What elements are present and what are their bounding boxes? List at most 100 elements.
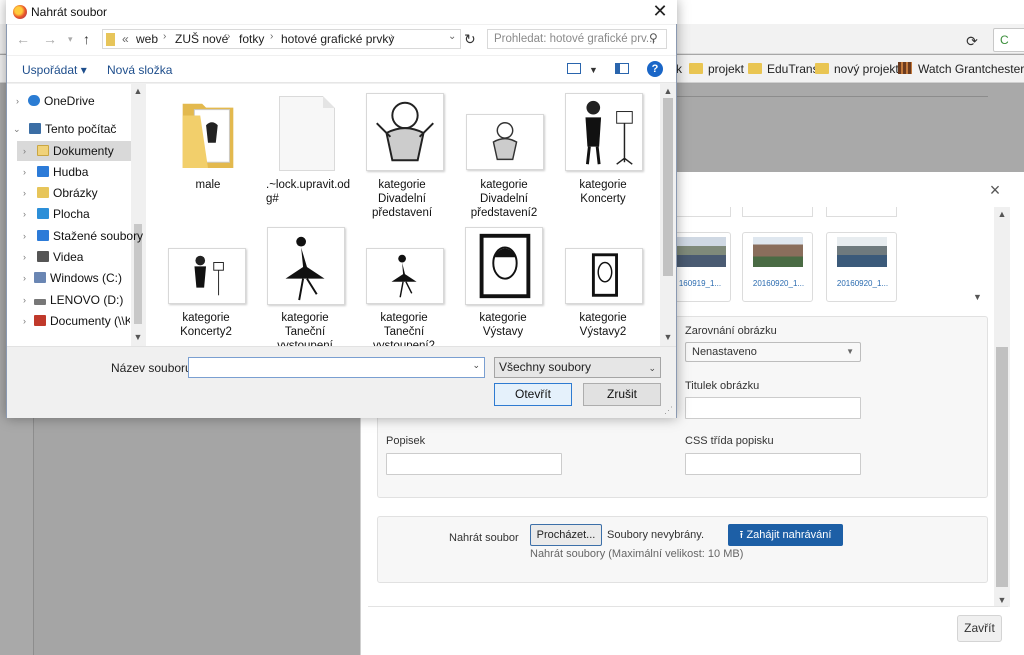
start-upload-button[interactable]: ⭱ Zahájit nahrávání <box>728 524 843 546</box>
expand-chevron-icon[interactable]: › <box>23 295 26 305</box>
back-arrow-icon[interactable]: ← <box>16 31 30 47</box>
breadcrumb-chevron-icon[interactable]: › <box>163 31 166 42</box>
forward-arrow-icon[interactable]: → <box>43 31 57 47</box>
folder-icon <box>689 63 703 74</box>
file-item-divadelni[interactable]: kategorie Divadelní představení <box>357 92 447 219</box>
collapse-chevron-icon[interactable]: ⌄ <box>13 124 21 135</box>
gallery-item-partial[interactable] <box>742 207 813 217</box>
tree-item-onedrive[interactable]: OneDrive <box>28 91 95 111</box>
dialog-close-icon[interactable]: ✕ <box>650 2 670 22</box>
scroll-up-icon[interactable]: ▲ <box>994 207 1010 221</box>
recent-dropdown-icon[interactable]: ▾ <box>68 34 73 45</box>
file-item-koncerty2[interactable]: kategorie Koncerty2 <box>161 226 251 346</box>
bookmark-projekt[interactable]: projekt <box>689 62 744 78</box>
tree-item-lenovo-d[interactable]: LENOVO (D:) <box>34 290 123 310</box>
preview-pane-icon[interactable] <box>615 63 629 74</box>
gallery-item-partial[interactable] <box>826 207 897 217</box>
scroll-up-icon[interactable]: ▲ <box>131 86 145 96</box>
file-item-vystavy2[interactable]: kategorie Výstavy2 <box>558 226 648 346</box>
search-icon[interactable]: ⚲ <box>649 31 658 45</box>
file-item-koncerty[interactable]: kategorie Koncerty <box>558 92 648 212</box>
scroll-down-icon[interactable]: ▼ <box>131 332 145 342</box>
gallery-item[interactable]: 20160920_1... <box>826 232 897 302</box>
file-item-lock[interactable]: .~lock.upravit.od g# <box>262 92 352 212</box>
new-folder-button[interactable]: Nová složka <box>107 63 172 77</box>
expand-chevron-icon[interactable]: › <box>23 167 26 177</box>
gallery-caption: 20160920_1... <box>836 279 889 288</box>
modal-scrollbar[interactable]: ▲ ▼ <box>994 207 1010 607</box>
file-item-vystavy[interactable]: kategorie Výstavy <box>458 226 548 346</box>
open-button[interactable]: Otevřít <box>494 383 572 406</box>
close-button[interactable]: Zavřít <box>957 615 1002 642</box>
filename-input[interactable]: ⌄ <box>188 357 485 378</box>
address-bar-tail[interactable]: C <box>993 28 1024 52</box>
tree-item-hudba[interactable]: Hudba <box>37 162 88 182</box>
navigation-scrollbar[interactable]: ▲ ▼ <box>131 84 145 346</box>
cancel-button[interactable]: Zrušit <box>583 383 661 406</box>
bookmark-edutrans[interactable]: EduTrans <box>748 62 819 78</box>
tree-item-stazene[interactable]: Stažené soubory <box>37 226 143 246</box>
file-item-tanecni[interactable]: kategorie Taneční vystoupení <box>260 226 350 352</box>
gallery-item-partial[interactable] <box>676 207 731 217</box>
tree-item-windows-c[interactable]: Windows (C:) <box>34 268 122 288</box>
path-dropdown-icon[interactable]: ⌄ <box>448 31 456 42</box>
expand-chevron-icon[interactable]: › <box>16 96 19 106</box>
file-name: kategorie Výstavy2 <box>579 312 627 338</box>
breadcrumb-chevron-icon[interactable]: › <box>270 31 273 42</box>
pictures-icon <box>37 187 49 198</box>
expand-chevron-icon[interactable]: › <box>23 273 26 283</box>
gallery-scroll-down-icon[interactable]: ▼ <box>973 292 982 302</box>
film-icon <box>898 62 912 74</box>
scroll-down-icon[interactable]: ▼ <box>660 332 676 342</box>
resize-grip-icon[interactable]: ⋰ <box>664 405 673 416</box>
file-item-divadelni2[interactable]: kategorie Divadelní představení2 <box>459 92 549 219</box>
expand-chevron-icon[interactable]: › <box>23 188 26 198</box>
view-dropdown-icon[interactable]: ▼ <box>589 65 598 75</box>
gallery-item[interactable]: 20160920_1... <box>742 232 813 302</box>
browse-button[interactable]: Procházet... <box>530 524 602 546</box>
breadcrumb-hotove[interactable]: hotové grafické prvky <box>281 32 394 46</box>
tree-item-plocha[interactable]: Plocha <box>37 204 90 224</box>
breadcrumb-web[interactable]: web <box>136 32 158 46</box>
scroll-thumb[interactable] <box>996 347 1008 587</box>
bookmark-grantchester[interactable]: Watch Grantchester S... <box>898 62 1024 78</box>
reload-icon[interactable]: ⟳ <box>958 30 986 52</box>
caption-input[interactable] <box>386 453 562 475</box>
dialog-search-input[interactable]: Prohledat: hotové grafické prv... <box>487 29 667 49</box>
up-arrow-icon[interactable]: ↑ <box>83 31 90 47</box>
breadcrumb-chevron-icon[interactable]: › <box>390 31 393 42</box>
expand-chevron-icon[interactable]: › <box>23 231 26 241</box>
view-mode-icon[interactable] <box>567 63 581 74</box>
tree-item-videa[interactable]: Videa <box>37 247 83 267</box>
refresh-icon[interactable]: ↻ <box>464 31 476 48</box>
organize-menu[interactable]: Uspořádat ▾ <box>22 63 87 77</box>
modal-close-icon[interactable]: × <box>987 181 1003 200</box>
expand-chevron-icon[interactable]: › <box>23 316 26 326</box>
breadcrumb-overflow[interactable]: « <box>122 32 129 46</box>
scroll-down-icon[interactable]: ▼ <box>994 593 1010 607</box>
css-class-input[interactable] <box>685 453 861 475</box>
tree-item-this-pc[interactable]: Tento počítač <box>29 119 116 139</box>
image-thumbnail <box>267 227 345 305</box>
file-type-select[interactable]: Všechny soubory ⌄ <box>494 357 661 378</box>
chevron-down-icon[interactable]: ⌄ <box>472 360 480 371</box>
alignment-select[interactable]: Nenastaveno ▼ <box>685 342 861 362</box>
expand-chevron-icon[interactable]: › <box>23 146 26 156</box>
breadcrumb-chevron-icon[interactable]: › <box>227 31 230 42</box>
files-scrollbar[interactable]: ▲ ▼ <box>660 84 676 346</box>
expand-chevron-icon[interactable]: › <box>23 209 26 219</box>
scroll-up-icon[interactable]: ▲ <box>660 86 676 96</box>
breadcrumb-zus-nove[interactable]: ZUŠ nové <box>175 32 228 46</box>
help-icon[interactable]: ? <box>647 61 663 77</box>
scroll-thumb[interactable] <box>663 98 673 276</box>
bookmark-novy-projekt[interactable]: nový projekt <box>815 62 899 78</box>
breadcrumb-fotky[interactable]: fotky <box>239 32 264 46</box>
alignment-label: Zarovnání obrázku <box>685 325 777 337</box>
file-item-tanecni2[interactable]: kategorie Taneční vystoupení2 <box>359 226 449 352</box>
tree-item-network-drive[interactable]: Documenty (\\Ka <box>34 311 130 331</box>
tree-item-dokumenty[interactable]: Dokumenty <box>17 141 131 161</box>
expand-chevron-icon[interactable]: › <box>23 252 26 262</box>
image-title-input[interactable] <box>685 397 861 419</box>
file-item-male[interactable]: male <box>163 92 253 212</box>
tree-item-obrazky[interactable]: Obrázky <box>37 183 98 203</box>
